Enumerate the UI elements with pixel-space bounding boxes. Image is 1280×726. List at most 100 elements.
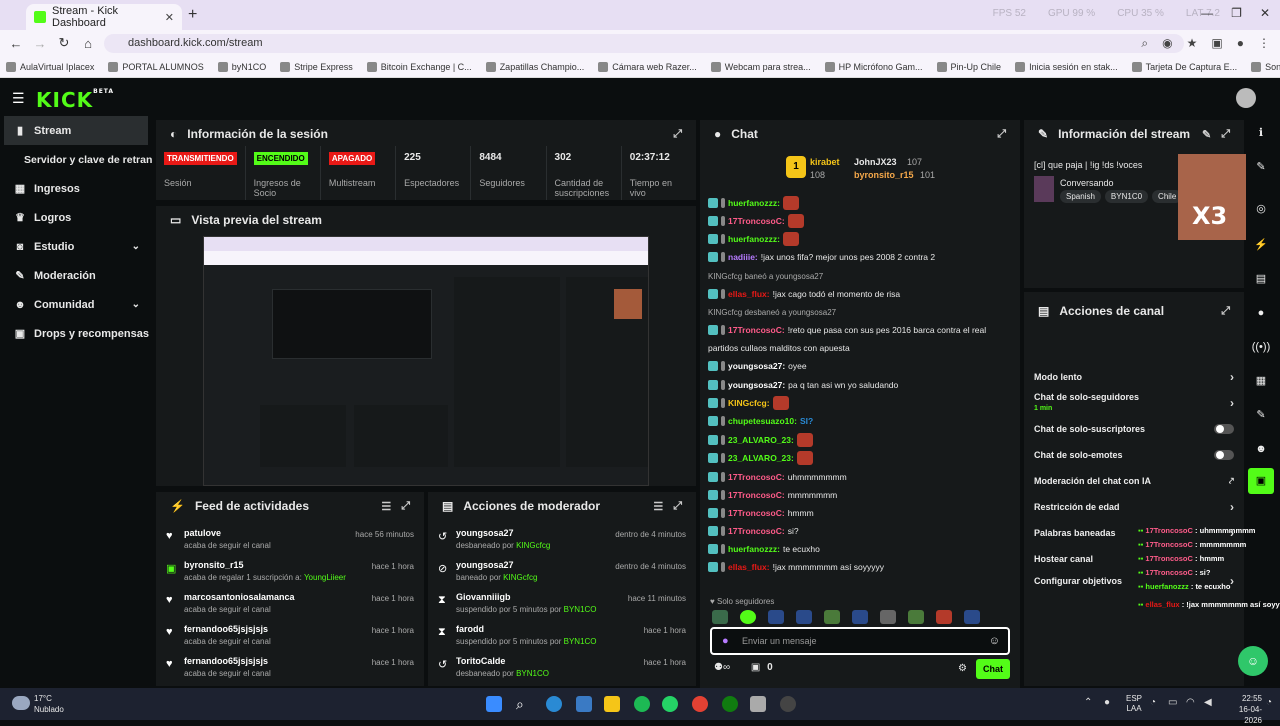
community-icon[interactable]: ☻	[1248, 436, 1274, 462]
display-icon[interactable]: ▭	[1168, 697, 1177, 708]
menu-icon[interactable]: ⋮	[1258, 36, 1270, 51]
emote[interactable]	[936, 610, 952, 624]
chat-username[interactable]: ellas_flux:	[728, 289, 770, 299]
chat-message[interactable]: KINGcfcg:	[708, 394, 1020, 412]
kick-app-icon[interactable]: ▣	[1248, 468, 1274, 494]
chat-username[interactable]: chupetesuazo10:	[728, 416, 797, 426]
chat-message[interactable]: KINGcfcg desbaneó a youngsosa27	[708, 303, 1020, 321]
moderated-user[interactable]: Giovanniiigb	[456, 592, 511, 602]
forward-icon[interactable]: →	[28, 36, 52, 51]
spotify-icon[interactable]	[634, 696, 650, 712]
zoom-icon[interactable]: ⌕	[1141, 36, 1148, 51]
folder-icon[interactable]	[604, 696, 620, 712]
broadcast-icon[interactable]: ((•))	[1248, 334, 1274, 360]
kick-logo[interactable]: KICKBETA	[36, 88, 114, 112]
language-indicator[interactable]: ESP LAA	[1126, 694, 1142, 714]
whatsapp-icon[interactable]	[662, 696, 678, 712]
bookmark-item[interactable]: Zapatillas Champio...	[485, 61, 584, 72]
toggle-switch[interactable]	[1214, 424, 1234, 434]
activity-row[interactable]: ♥ marcosantoniosalamanca acaba de seguir…	[156, 588, 424, 620]
store-icon[interactable]	[576, 696, 592, 712]
popout-icon[interactable]: ⤢	[1221, 128, 1230, 141]
clock[interactable]: 22:55 16-04-2026	[1226, 693, 1262, 726]
chat-bubble-icon[interactable]: ●	[1248, 300, 1274, 326]
moderated-user[interactable]: farodd	[456, 624, 484, 634]
category-name[interactable]: Conversando	[1060, 178, 1114, 188]
chat-username[interactable]: 17TroncosoC:	[728, 526, 785, 536]
moderated-user[interactable]: youngsosa27	[456, 528, 514, 538]
edit-icon[interactable]: ✎	[1202, 128, 1211, 141]
activity-row[interactable]: ♥ patulove acaba de seguir el canal hace…	[156, 524, 424, 556]
chat-message[interactable]: nadiiie: !jax unos fifa? mejor unos pes …	[708, 248, 1020, 266]
bookmark-item[interactable]: PORTAL ALUMNOS	[108, 61, 204, 72]
windows-start-icon[interactable]	[486, 696, 502, 712]
moderator-row[interactable]: ⧗ Giovanniiigb suspendido por 5 minutos …	[428, 588, 696, 620]
microphone-icon[interactable]: ●	[722, 635, 729, 647]
emote[interactable]	[852, 610, 868, 624]
moderator-row[interactable]: ⊘ youngsosa27 baneado por KINGcfcg dentr…	[428, 556, 696, 588]
channel-action-3[interactable]: Chat de solo-emotes	[1034, 446, 1234, 464]
profile-icon[interactable]: ●	[1237, 36, 1244, 51]
chat-message[interactable]: huerfanozzz:	[708, 194, 1020, 212]
emote[interactable]	[740, 610, 756, 624]
emoji-icon[interactable]: ☺	[989, 635, 1000, 647]
activity-user[interactable]: patulove	[184, 528, 221, 538]
chat-message[interactable]: partidos cullaos malditos con apuesta	[708, 339, 1020, 357]
moderator-row[interactable]: ↺ youngsosa27 desbaneado por KINGcfcg de…	[428, 524, 696, 556]
toggle-switch[interactable]	[1214, 450, 1234, 460]
chat-username[interactable]: 17TroncosoC:	[728, 508, 785, 518]
target-icon[interactable]: ◎	[1248, 196, 1274, 222]
emote[interactable]	[712, 610, 728, 624]
popout-icon[interactable]: ⤢	[673, 500, 682, 513]
close-tab-icon[interactable]: ✕	[165, 11, 174, 24]
chat-message[interactable]: 17TroncosoC: hmmm	[708, 504, 1020, 522]
eye-off-icon[interactable]: ◉	[1162, 36, 1172, 51]
chat-username[interactable]: 23_ALVARO_23:	[728, 453, 794, 463]
info-icon[interactable]: ℹ	[1248, 120, 1274, 146]
chat-username[interactable]: 17TroncosoC:	[728, 472, 785, 482]
bookmark-item[interactable]: Tarjeta De Captura E...	[1131, 61, 1237, 72]
chat-message[interactable]: ellas_flux: !jax mmmmmmm así soyyyyy	[708, 558, 1020, 576]
hamburger-menu-icon[interactable]: ☰	[12, 90, 25, 107]
network-icon[interactable]: ◔	[1150, 697, 1156, 708]
bookmark-item[interactable]: AulaVirtual Iplacex	[6, 61, 94, 72]
new-tab-button[interactable]: +	[188, 6, 197, 24]
sidebar-item-ingresos[interactable]: ▦ Ingresos	[0, 174, 152, 203]
activity-user[interactable]: fernandoo65jsjsjsjs	[184, 656, 268, 666]
chat-message[interactable]: ellas_flux: !jax cago todó el momento de…	[708, 285, 1020, 303]
moderator-row[interactable]: ⧗ farodd suspendido por 5 minutos por BY…	[428, 620, 696, 652]
chat-input[interactable]: ● Enviar un mensaje ☺	[710, 627, 1010, 655]
moderator-row[interactable]: ↺ ToritoCalde desbaneado por BYN1CO hace…	[428, 652, 696, 684]
chat-username[interactable]: youngsosa27:	[728, 361, 785, 371]
back-icon[interactable]: ←	[4, 36, 28, 51]
close-window-icon[interactable]: ✕	[1260, 6, 1270, 20]
bookmark-item[interactable]: Sony Consola PlaySt...	[1251, 61, 1280, 72]
sidebar-item-estudio[interactable]: ◙ Estudio ⌄	[0, 232, 152, 261]
app-icon[interactable]	[750, 696, 766, 712]
volume-icon[interactable]: ◀	[1204, 697, 1212, 708]
search-icon[interactable]: ⌕	[516, 696, 532, 712]
minimize-icon[interactable]: —	[1201, 6, 1213, 20]
popout-icon[interactable]: ⤢	[401, 500, 410, 513]
activity-user[interactable]: fernandoo65jsjsjsjs	[184, 624, 268, 634]
weather-widget[interactable]: 17°C Nublado	[34, 693, 64, 715]
sidebar-item-moderacion[interactable]: ✎ Moderación	[0, 261, 152, 290]
stream-preview-video[interactable]	[203, 236, 649, 486]
filter-icon[interactable]: ☰	[381, 500, 391, 513]
chat-message[interactable]: 17TroncosoC: uhmmmmmmm	[708, 468, 1020, 486]
bookmark-item[interactable]: Pin-Up Chile	[936, 61, 1001, 72]
activity-user[interactable]: byronsito_r15	[184, 560, 244, 570]
emote[interactable]	[908, 610, 924, 624]
maximize-icon[interactable]: ❐	[1231, 6, 1242, 20]
activity-row[interactable]: ♥ fernandoo65jsjsjsjs acaba de seguir el…	[156, 652, 424, 684]
microphone-icon[interactable]: ●	[1104, 697, 1110, 708]
chat-username[interactable]: youngsosa27:	[728, 380, 785, 390]
popout-icon[interactable]: ⤢	[997, 128, 1006, 141]
chat-message[interactable]: 17TroncosoC: mmmmmmm	[708, 486, 1020, 504]
emote[interactable]	[796, 610, 812, 624]
moderator-name[interactable]: KINGcfcg	[516, 541, 550, 550]
chat-message[interactable]: 17TroncosoC:	[708, 212, 1020, 230]
bookmark-item[interactable]: Cámara web Razer...	[598, 61, 697, 72]
chat-message[interactable]: youngsosa27: pa q tan asi wn yo saludand…	[708, 376, 1020, 394]
chat-username[interactable]: 17TroncosoC:	[728, 490, 785, 500]
